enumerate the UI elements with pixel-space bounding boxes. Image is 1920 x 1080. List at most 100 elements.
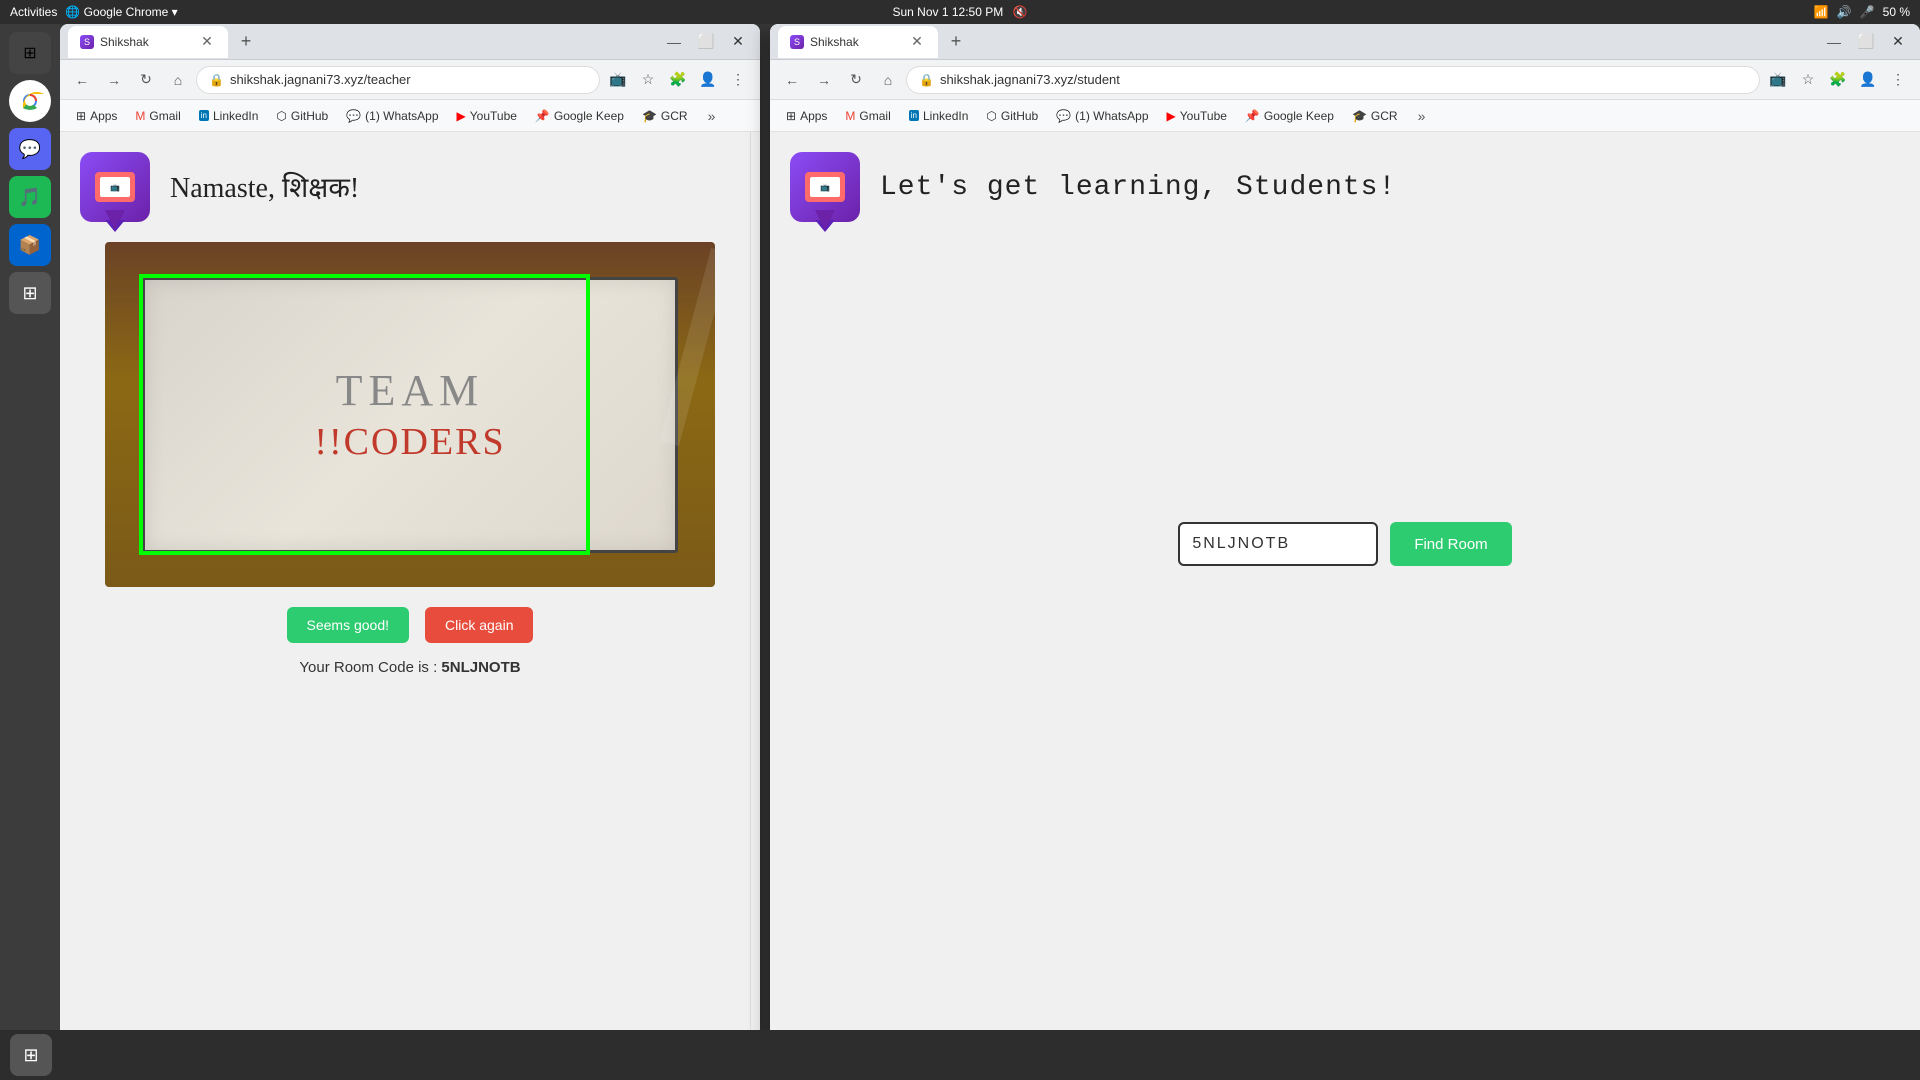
- right-bookmark-linkedin-icon: in: [909, 110, 919, 121]
- activities-label[interactable]: Activities: [10, 5, 57, 19]
- left-back-button[interactable]: ←: [68, 66, 96, 94]
- room-code-display: Your Room Code is : 5NLJNOTB: [80, 659, 740, 676]
- left-profile-icon[interactable]: 👤: [694, 66, 722, 94]
- left-menu-icon[interactable]: ⋮: [724, 66, 752, 94]
- bottom-grid-icon[interactable]: ⊞: [10, 1034, 52, 1076]
- sidebar-icon-discord[interactable]: 💬: [9, 128, 51, 170]
- right-minimize-button[interactable]: —: [1820, 28, 1848, 56]
- right-bookmark-whatsapp-label: (1) WhatsApp: [1075, 109, 1148, 123]
- right-tab-close-icon[interactable]: ✕: [908, 33, 926, 51]
- app-logo-right: 📺: [790, 152, 860, 222]
- right-new-tab-button[interactable]: +: [942, 28, 970, 56]
- left-extension-icon[interactable]: 🧩: [664, 66, 692, 94]
- sidebar-icon-chrome[interactable]: [9, 80, 51, 122]
- left-bookmark-github[interactable]: ⬡ GitHub: [268, 107, 336, 125]
- teacher-page-header: 📺 Namaste, शिक्षक!: [80, 152, 740, 222]
- os-sidebar: ⊞ 💬 🎵 📦 ⊞: [0, 24, 60, 1030]
- right-bookmark-keep-icon: 📌: [1245, 109, 1260, 123]
- mic-icon: 🔇: [1013, 5, 1028, 19]
- left-new-tab-button[interactable]: +: [232, 28, 260, 56]
- right-bookmark-gmail[interactable]: M Gmail: [837, 107, 898, 125]
- browser-label[interactable]: 🌐 Google Chrome ▾: [65, 5, 177, 19]
- left-bookmark-gcr[interactable]: 🎓 GCR: [634, 107, 696, 125]
- right-bookmark-keep[interactable]: 📌 Google Keep: [1237, 107, 1342, 125]
- click-again-button[interactable]: Click again: [425, 607, 533, 643]
- sidebar-icon-virtualbox[interactable]: 📦: [9, 224, 51, 266]
- room-code-input[interactable]: [1178, 522, 1378, 566]
- left-tab-shikshak[interactable]: S Shikshak ✕: [68, 26, 228, 58]
- right-menu-icon[interactable]: ⋮: [1884, 66, 1912, 94]
- left-bookmark-apps[interactable]: ⊞ Apps: [68, 107, 125, 125]
- right-home-button[interactable]: ⌂: [874, 66, 902, 94]
- left-bookmark-gcr-label: GCR: [661, 109, 688, 123]
- sidebar-icon-spotify[interactable]: 🎵: [9, 176, 51, 218]
- left-bookmark-whatsapp[interactable]: 💬 (1) WhatsApp: [338, 107, 446, 125]
- left-bookmark-apps-icon: ⊞: [76, 109, 86, 123]
- left-forward-button[interactable]: →: [100, 66, 128, 94]
- teacher-greeting: Namaste, शिक्षक!: [170, 168, 359, 206]
- right-back-button[interactable]: ←: [778, 66, 806, 94]
- os-topbar: Activities 🌐 Google Chrome ▾ Sun Nov 1 1…: [0, 0, 1920, 24]
- right-bookmarks-more[interactable]: »: [1412, 106, 1432, 126]
- right-bookmark-gcr-label: GCR: [1371, 109, 1398, 123]
- datetime-label: Sun Nov 1 12:50 PM: [892, 5, 1003, 19]
- right-bookmark-github[interactable]: ⬡ GitHub: [978, 107, 1046, 125]
- right-address-bar[interactable]: 🔒 shikshak.jagnani73.xyz/student: [906, 66, 1760, 94]
- right-bookmarks-bar: ⊞ Apps M Gmail in LinkedIn ⬡ GitHub 💬 (1…: [770, 100, 1920, 132]
- left-bookmark-gmail-icon: M: [135, 109, 145, 123]
- right-reload-button[interactable]: ↻: [842, 66, 870, 94]
- right-url-text: shikshak.jagnani73.xyz/student: [940, 72, 1120, 87]
- left-reload-button[interactable]: ↻: [132, 66, 160, 94]
- sidebar-icon-activities[interactable]: ⊞: [9, 32, 51, 74]
- right-tab-shikshak[interactable]: S Shikshak ✕: [778, 26, 938, 58]
- left-bookmark-youtube-label: YouTube: [470, 109, 517, 123]
- left-bookmark-gmail[interactable]: M Gmail: [127, 107, 188, 125]
- student-greeting: Let's get learning, Students!: [880, 172, 1396, 203]
- left-scrollbar[interactable]: [750, 132, 760, 1056]
- room-code-label: Your Room Code is :: [299, 659, 437, 676]
- left-address-bar[interactable]: 🔒 shikshak.jagnani73.xyz/teacher: [196, 66, 600, 94]
- right-maximize-button[interactable]: ⬜: [1852, 28, 1880, 56]
- left-bookmark-linkedin[interactable]: in LinkedIn: [191, 107, 267, 125]
- right-bookmark-whatsapp-icon: 💬: [1056, 109, 1071, 123]
- right-page-content: 📺 Let's get learning, Students! Find Roo…: [770, 132, 1920, 1056]
- right-forward-button[interactable]: →: [810, 66, 838, 94]
- left-bookmark-keep[interactable]: 📌 Google Keep: [527, 107, 632, 125]
- find-room-button[interactable]: Find Room: [1390, 522, 1511, 566]
- sidebar-icon-grid[interactable]: ⊞: [9, 272, 51, 314]
- right-bookmark-youtube[interactable]: ▶ YouTube: [1159, 107, 1235, 125]
- right-bookmark-whatsapp[interactable]: 💬 (1) WhatsApp: [1048, 107, 1156, 125]
- left-minimize-button[interactable]: —: [660, 28, 688, 56]
- right-bookmark-youtube-icon: ▶: [1167, 109, 1176, 123]
- teacher-greeting-text: Namaste, शिक्षक!: [170, 173, 359, 204]
- left-lock-icon: 🔒: [209, 73, 224, 87]
- left-cast-icon[interactable]: 📺: [604, 66, 632, 94]
- right-bookmark-linkedin[interactable]: in LinkedIn: [901, 107, 977, 125]
- right-bookmark-youtube-label: YouTube: [1180, 109, 1227, 123]
- left-close-button[interactable]: ✕: [724, 28, 752, 56]
- right-bookmark-icon[interactable]: ☆: [1794, 66, 1822, 94]
- left-bookmark-linkedin-icon: in: [199, 110, 209, 121]
- left-bookmarks-more[interactable]: »: [702, 106, 722, 126]
- student-page: 📺 Let's get learning, Students! Find Roo…: [770, 132, 1920, 1056]
- right-extension-icon[interactable]: 🧩: [1824, 66, 1852, 94]
- left-bookmark-icon[interactable]: ☆: [634, 66, 662, 94]
- right-bookmark-apps-label: Apps: [800, 109, 827, 123]
- left-bookmark-linkedin-label: LinkedIn: [213, 109, 258, 123]
- wifi-icon: 📶: [1814, 5, 1829, 19]
- seems-good-button[interactable]: Seems good!: [287, 607, 410, 643]
- right-bookmark-github-label: GitHub: [1001, 109, 1038, 123]
- left-home-button[interactable]: ⌂: [164, 66, 192, 94]
- right-tab-favicon: S: [790, 35, 804, 49]
- right-bookmark-github-icon: ⬡: [986, 109, 996, 123]
- right-cast-icon[interactable]: 📺: [1764, 66, 1792, 94]
- right-bookmark-gcr[interactable]: 🎓 GCR: [1344, 107, 1406, 125]
- right-profile-icon[interactable]: 👤: [1854, 66, 1882, 94]
- right-lock-icon: 🔒: [919, 73, 934, 87]
- right-close-button[interactable]: ✕: [1884, 28, 1912, 56]
- left-maximize-button[interactable]: ⬜: [692, 28, 720, 56]
- left-bookmark-youtube[interactable]: ▶ YouTube: [449, 107, 525, 125]
- left-tab-close-icon[interactable]: ✕: [198, 33, 216, 51]
- left-bookmark-keep-icon: 📌: [535, 109, 550, 123]
- right-bookmark-apps[interactable]: ⊞ Apps: [778, 107, 835, 125]
